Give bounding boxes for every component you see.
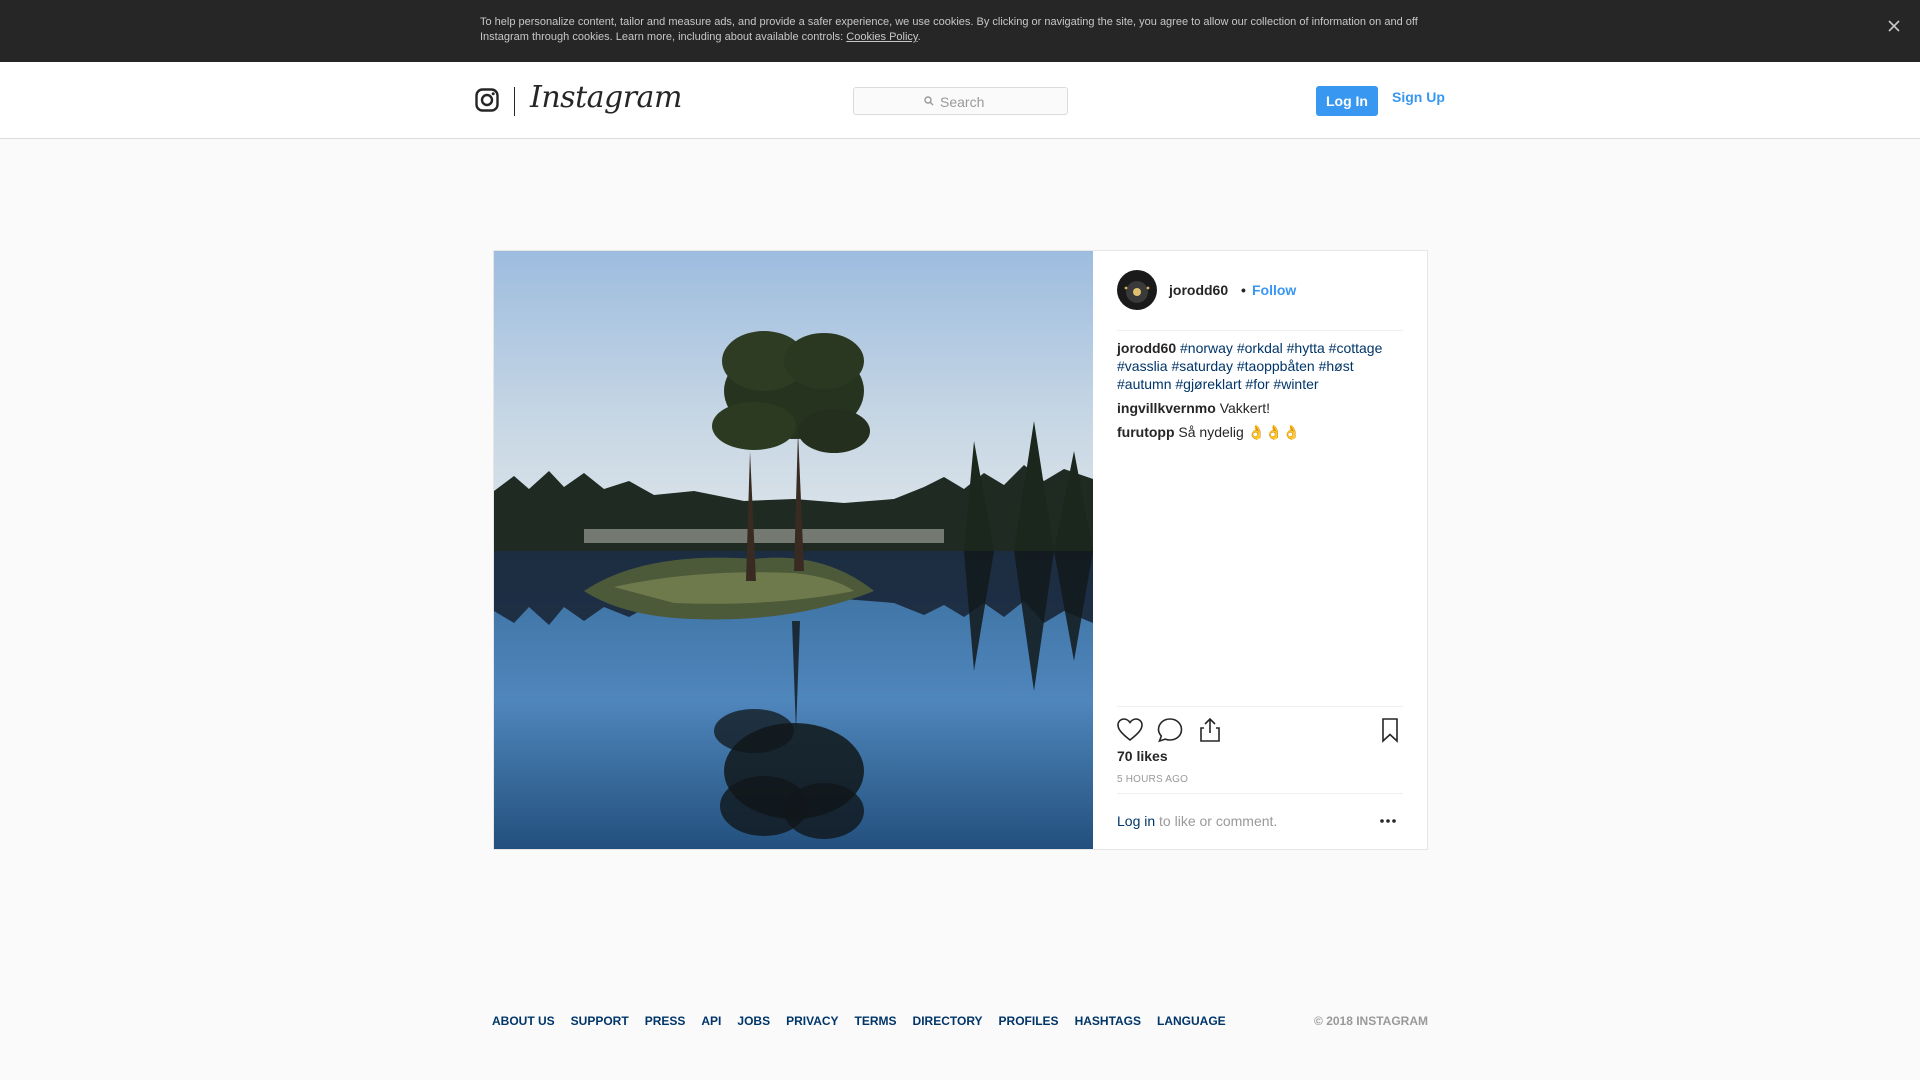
footer-link-profiles[interactable]: PROFILES [999, 1014, 1059, 1028]
sign-up-link[interactable]: Sign Up [1392, 89, 1445, 105]
hashtag[interactable]: #høst [1319, 358, 1354, 374]
hashtag[interactable]: #autumn [1117, 376, 1171, 392]
footer-link-terms[interactable]: TERMS [855, 1014, 897, 1028]
comment: furutopp Så nydelig 👌👌👌 [1117, 423, 1403, 441]
post-timestamp[interactable]: 5 HOURS AGO [1117, 774, 1188, 785]
search-placeholder: Search [940, 94, 985, 110]
log-in-link[interactable]: Log in [1117, 813, 1155, 829]
post-card: jorodd60 • Follow jorodd60 #norway #orkd… [493, 250, 1428, 850]
footer-link-jobs[interactable]: JOBS [737, 1014, 770, 1028]
footer: ABOUT US SUPPORT PRESS API JOBS PRIVACY … [492, 1014, 1428, 1028]
search-icon [924, 93, 934, 111]
share-icon[interactable] [1195, 715, 1225, 745]
post-username[interactable]: jorodd60 [1169, 282, 1228, 298]
footer-link-language[interactable]: LANGUAGE [1157, 1014, 1226, 1028]
post-photo[interactable] [494, 251, 1093, 849]
avatar[interactable] [1117, 270, 1157, 310]
footer-link-support[interactable]: SUPPORT [571, 1014, 629, 1028]
comment-list: jorodd60 #norway #orkdal #hytta #cottage… [1117, 339, 1403, 447]
hashtag[interactable]: #orkdal [1237, 340, 1283, 356]
post-sidebar: jorodd60 • Follow jorodd60 #norway #orkd… [1093, 251, 1427, 849]
footer-link-press[interactable]: PRESS [645, 1014, 686, 1028]
footer-link-privacy[interactable]: PRIVACY [786, 1014, 838, 1028]
comment-text: Vakkert! [1219, 400, 1271, 416]
close-icon[interactable] [1884, 16, 1904, 36]
divider [1117, 706, 1403, 707]
instagram-wordmark[interactable]: Instagram [530, 80, 682, 115]
hashtag[interactable]: #winter [1273, 376, 1318, 392]
login-prompt: Log in to like or comment. [1117, 813, 1278, 829]
hashtag[interactable]: #vasslia [1117, 358, 1168, 374]
hashtag[interactable]: #taoppbåten [1237, 358, 1315, 374]
footer-link-about[interactable]: ABOUT US [492, 1014, 555, 1028]
search-input[interactable]: Search [853, 87, 1068, 115]
footer-link-hashtags[interactable]: HASHTAGS [1075, 1014, 1141, 1028]
hashtag[interactable]: #norway [1180, 340, 1233, 356]
footer-links: ABOUT US SUPPORT PRESS API JOBS PRIVACY … [492, 1014, 1226, 1028]
post-header: jorodd60 • Follow [1117, 270, 1403, 331]
logo-divider [514, 87, 515, 116]
more-options-icon[interactable] [1377, 813, 1399, 829]
comment-username[interactable]: furutopp [1117, 424, 1175, 440]
footer-link-directory[interactable]: DIRECTORY [913, 1014, 983, 1028]
cookies-policy-link[interactable]: Cookies Policy [846, 31, 917, 43]
hashtag[interactable]: #gjøreklart [1175, 376, 1241, 392]
cookie-text: To help personalize content, tailor and … [480, 16, 1418, 43]
separator-dot: • [1241, 282, 1246, 298]
instagram-glyph-icon[interactable] [475, 88, 499, 117]
divider [1117, 793, 1403, 794]
hashtag[interactable]: #for [1245, 376, 1269, 392]
bookmark-icon[interactable] [1375, 715, 1405, 745]
like-count[interactable]: 70 likes [1117, 748, 1168, 764]
comment: ingvillkvernmo Vakkert! [1117, 399, 1403, 417]
log-in-button[interactable]: Log In [1316, 86, 1378, 116]
heart-icon[interactable] [1115, 715, 1145, 745]
cookie-banner: To help personalize content, tailor and … [0, 0, 1920, 62]
hashtag[interactable]: #cottage [1329, 340, 1383, 356]
comment-text: Så nydelig 👌👌👌 [1178, 424, 1300, 440]
footer-link-api[interactable]: API [701, 1014, 721, 1028]
hashtag[interactable]: #hytta [1287, 340, 1325, 356]
comment-icon[interactable] [1155, 715, 1185, 745]
caption: jorodd60 #norway #orkdal #hytta #cottage… [1117, 339, 1403, 393]
comment-username[interactable]: jorodd60 [1117, 340, 1176, 356]
hashtag[interactable]: #saturday [1171, 358, 1232, 374]
follow-button[interactable]: Follow [1252, 282, 1296, 298]
copyright: © 2018 INSTAGRAM [1314, 1014, 1428, 1028]
comment-username[interactable]: ingvillkvernmo [1117, 400, 1216, 416]
